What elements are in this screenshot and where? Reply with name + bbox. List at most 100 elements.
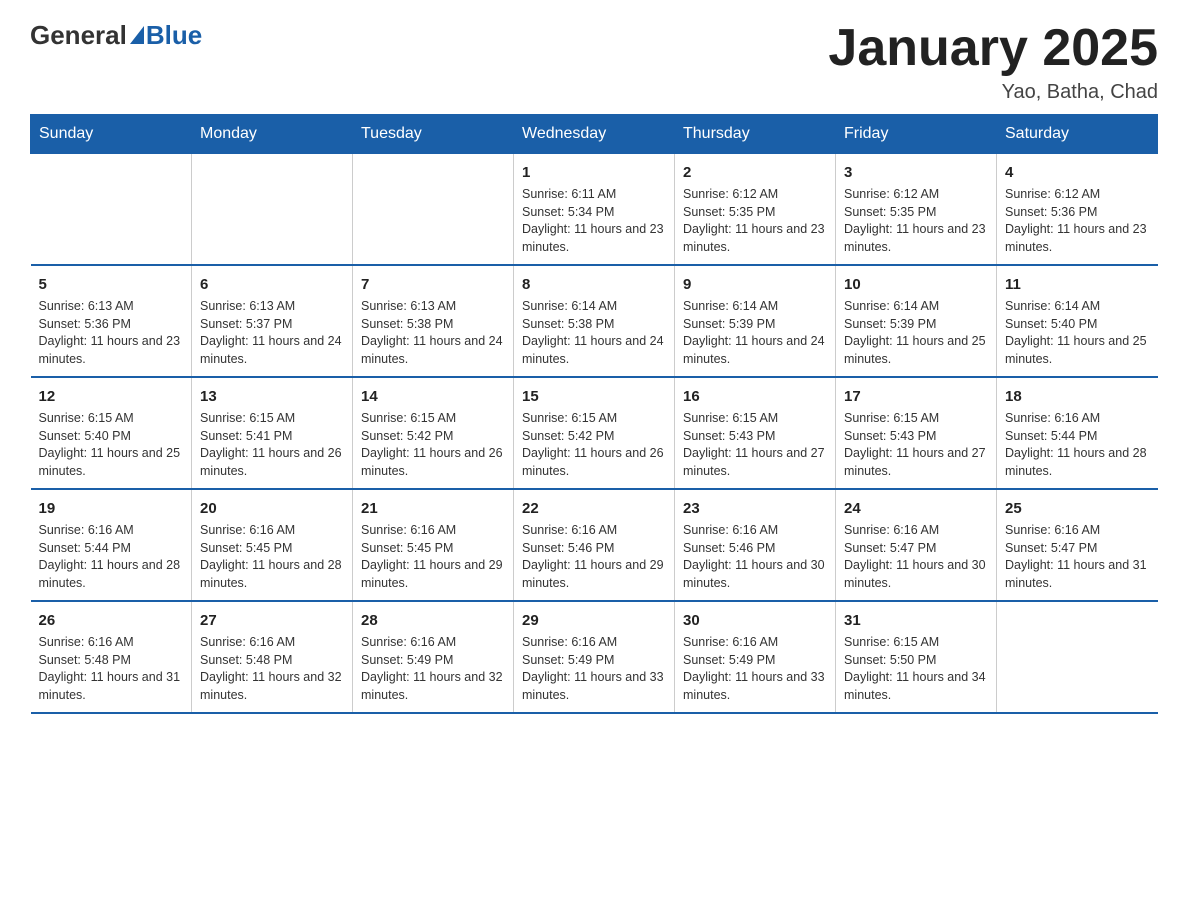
logo-general-text: General	[30, 20, 127, 51]
day-number: 24	[844, 498, 988, 519]
logo-blue-text: Blue	[146, 20, 202, 51]
calendar-cell: 29 Sunrise: 6:16 AMSunset: 5:49 PMDayligh…	[514, 601, 675, 713]
day-info-text: Sunrise: 6:16 AM	[1005, 522, 1150, 540]
day-info-text: Sunrise: 6:13 AM	[39, 298, 184, 316]
day-number: 7	[361, 274, 505, 295]
day-number: 19	[39, 498, 184, 519]
calendar-cell	[997, 601, 1158, 713]
calendar-cell: 2Sunrise: 6:12 AMSunset: 5:35 PMDaylight…	[675, 154, 836, 266]
day-info-text: Sunset: 5:46 PM	[522, 540, 666, 558]
day-info-text: Daylight: 11 hours and 34 minutes.	[844, 669, 988, 704]
day-info-text: Daylight: 11 hours and 26 minutes.	[361, 445, 505, 480]
calendar-cell: 3Sunrise: 6:12 AMSunset: 5:35 PMDaylight…	[836, 154, 997, 266]
day-number: 16	[683, 386, 827, 407]
day-info-text: Sunrise: 6:13 AM	[361, 298, 505, 316]
calendar-cell: 12Sunrise: 6:15 AMSunset: 5:40 PMDayligh…	[31, 377, 192, 489]
day-info-text: Sunset: 5:35 PM	[683, 204, 827, 222]
day-info-text: Daylight: 11 hours and 28 minutes.	[39, 557, 184, 592]
day-info-text: Daylight: 11 hours and 32 minutes.	[200, 669, 344, 704]
day-info-text: Sunrise: 6:16 AM	[683, 522, 827, 540]
logo-triangle-icon	[130, 26, 144, 44]
day-info-text: Daylight: 11 hours and 26 minutes.	[522, 445, 666, 480]
calendar-header-wednesday: Wednesday	[514, 115, 675, 154]
day-info-text: Sunset: 5:36 PM	[39, 316, 184, 334]
day-info-text: Sunset: 5:35 PM	[844, 204, 988, 222]
day-info-text: Sunset: 5:36 PM	[1005, 204, 1150, 222]
day-info-text: Sunrise: 6:15 AM	[683, 410, 827, 428]
day-info-text: Daylight: 11 hours and 28 minutes.	[200, 557, 344, 592]
day-number: 26	[39, 610, 184, 631]
day-info-text: Sunrise: 6:12 AM	[1005, 186, 1150, 204]
calendar-cell: 8Sunrise: 6:14 AMSunset: 5:38 PMDaylight…	[514, 265, 675, 377]
calendar-header-thursday: Thursday	[675, 115, 836, 154]
day-info-text: Sunset: 5:50 PM	[844, 652, 988, 670]
calendar-cell: 5Sunrise: 6:13 AMSunset: 5:36 PMDaylight…	[31, 265, 192, 377]
day-info-text: Sunset: 5:43 PM	[844, 428, 988, 446]
calendar-header-monday: Monday	[192, 115, 353, 154]
day-number: 30	[683, 610, 827, 631]
day-number: 9	[683, 274, 827, 295]
day-info-text: Sunrise: 6:16 AM	[522, 522, 666, 540]
calendar-cell: 17Sunrise: 6:15 AMSunset: 5:43 PMDayligh…	[836, 377, 997, 489]
day-info-text: Sunrise: 6:16 AM	[844, 522, 988, 540]
calendar-cell: 24 Sunrise: 6:16 AMSunset: 5:47 PMDayligh…	[836, 489, 997, 601]
calendar-cell: 6Sunrise: 6:13 AMSunset: 5:37 PMDaylight…	[192, 265, 353, 377]
day-info-text: Sunrise: 6:14 AM	[683, 298, 827, 316]
calendar-cell: 23Sunrise: 6:16 AMSunset: 5:46 PMDayligh…	[675, 489, 836, 601]
day-number: 29	[522, 610, 666, 631]
day-info-text: Sunset: 5:47 PM	[844, 540, 988, 558]
day-info-text: Daylight: 11 hours and 24 minutes.	[361, 333, 505, 368]
calendar-cell: 7 Sunrise: 6:13 AMSunset: 5:38 PMDaylight…	[353, 265, 514, 377]
day-info-text: Sunset: 5:45 PM	[361, 540, 505, 558]
calendar-cell: 20Sunrise: 6:16 AMSunset: 5:45 PMDayligh…	[192, 489, 353, 601]
day-info-text: Sunrise: 6:16 AM	[683, 634, 827, 652]
day-info-text: Sunrise: 6:13 AM	[200, 298, 344, 316]
day-info-text: Sunset: 5:39 PM	[683, 316, 827, 334]
day-number: 10	[844, 274, 988, 295]
calendar-cell: 10Sunrise: 6:14 AMSunset: 5:39 PMDayligh…	[836, 265, 997, 377]
day-info-text: Sunset: 5:34 PM	[522, 204, 666, 222]
day-number: 21	[361, 498, 505, 519]
day-info-text: Sunrise: 6:11 AM	[522, 186, 666, 204]
day-number: 18	[1005, 386, 1150, 407]
day-info-text: Sunset: 5:48 PM	[200, 652, 344, 670]
day-info-text: Sunset: 5:38 PM	[361, 316, 505, 334]
calendar-cell: 30Sunrise: 6:16 AMSunset: 5:49 PMDayligh…	[675, 601, 836, 713]
day-info-text: Sunset: 5:48 PM	[39, 652, 184, 670]
day-number: 27	[200, 610, 344, 631]
day-info-text: Sunset: 5:49 PM	[522, 652, 666, 670]
calendar-cell: 14Sunrise: 6:15 AMSunset: 5:42 PMDayligh…	[353, 377, 514, 489]
calendar-cell: 19Sunrise: 6:16 AMSunset: 5:44 PMDayligh…	[31, 489, 192, 601]
day-number: 14	[361, 386, 505, 407]
calendar-week-row: 12Sunrise: 6:15 AMSunset: 5:40 PMDayligh…	[31, 377, 1158, 489]
day-info-text: Sunrise: 6:16 AM	[522, 634, 666, 652]
calendar-week-row: 5Sunrise: 6:13 AMSunset: 5:36 PMDaylight…	[31, 265, 1158, 377]
day-number: 17	[844, 386, 988, 407]
day-number: 28	[361, 610, 505, 631]
day-info-text: Daylight: 11 hours and 30 minutes.	[683, 557, 827, 592]
day-number: 22	[522, 498, 666, 519]
day-info-text: Daylight: 11 hours and 27 minutes.	[844, 445, 988, 480]
calendar-header-sunday: Sunday	[31, 115, 192, 154]
calendar-cell: 1Sunrise: 6:11 AMSunset: 5:34 PMDaylight…	[514, 154, 675, 266]
day-info-text: Daylight: 11 hours and 30 minutes.	[844, 557, 988, 592]
day-info-text: Daylight: 11 hours and 24 minutes.	[683, 333, 827, 368]
day-info-text: Sunrise: 6:16 AM	[200, 522, 344, 540]
day-info-text: Daylight: 11 hours and 33 minutes.	[522, 669, 666, 704]
day-number: 20	[200, 498, 344, 519]
day-info-text: Daylight: 11 hours and 25 minutes.	[39, 445, 184, 480]
day-number: 1	[522, 162, 666, 183]
calendar-cell: 28Sunrise: 6:16 AMSunset: 5:49 PMDayligh…	[353, 601, 514, 713]
day-info-text: Sunrise: 6:16 AM	[361, 634, 505, 652]
day-info-text: Daylight: 11 hours and 29 minutes.	[522, 557, 666, 592]
calendar-cell: 21Sunrise: 6:16 AMSunset: 5:45 PMDayligh…	[353, 489, 514, 601]
day-info-text: Sunrise: 6:16 AM	[361, 522, 505, 540]
day-number: 11	[1005, 274, 1150, 295]
calendar-cell: 16Sunrise: 6:15 AMSunset: 5:43 PMDayligh…	[675, 377, 836, 489]
day-info-text: Sunrise: 6:14 AM	[844, 298, 988, 316]
day-info-text: Sunrise: 6:14 AM	[522, 298, 666, 316]
day-info-text: Daylight: 11 hours and 26 minutes.	[200, 445, 344, 480]
day-info-text: Sunrise: 6:16 AM	[200, 634, 344, 652]
day-info-text: Sunset: 5:40 PM	[39, 428, 184, 446]
calendar-cell: 4Sunrise: 6:12 AMSunset: 5:36 PMDaylight…	[997, 154, 1158, 266]
